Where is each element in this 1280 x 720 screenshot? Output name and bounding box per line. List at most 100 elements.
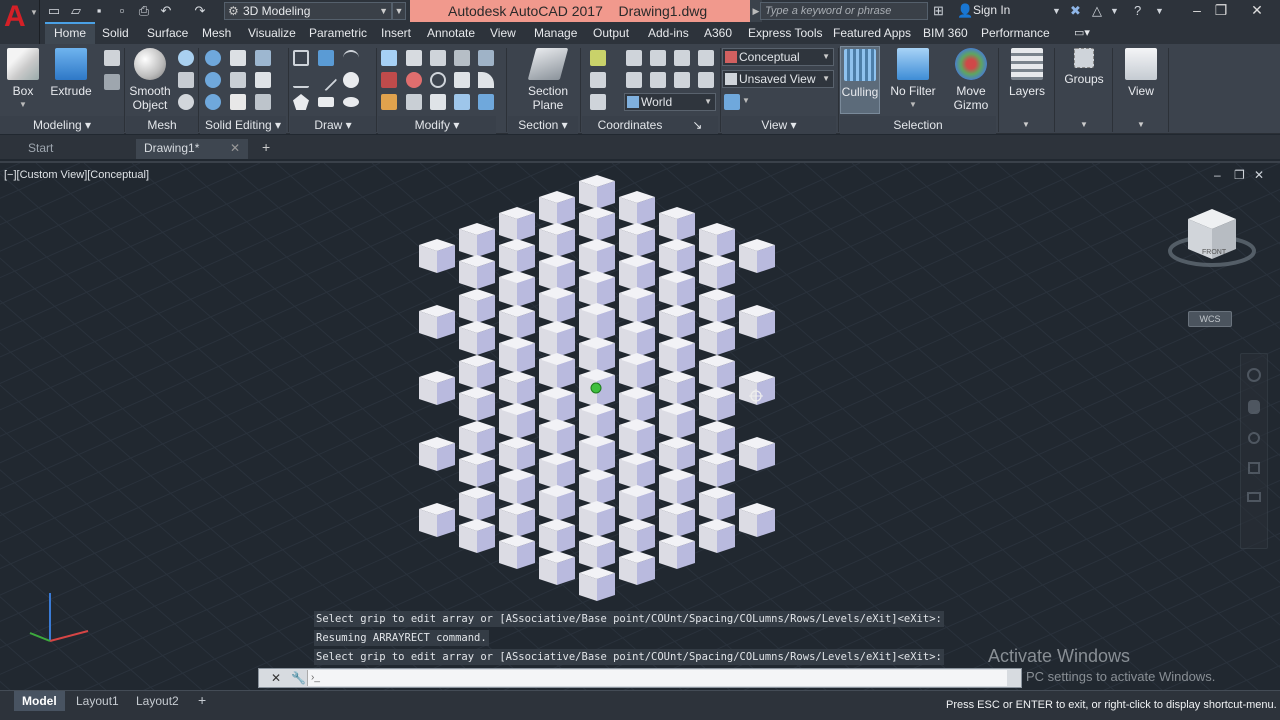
viewport-config-icon[interactable] (724, 94, 740, 110)
array-cube[interactable] (699, 255, 735, 289)
extrude-button[interactable]: Extrude (48, 48, 94, 98)
trim-icon[interactable] (478, 50, 494, 66)
array-cube[interactable] (699, 289, 735, 323)
panel-modify-title[interactable]: Modify ▾ (378, 116, 496, 134)
ucs-named-icon[interactable] (590, 94, 606, 110)
tab-model[interactable]: Model (14, 691, 65, 711)
wrench-icon[interactable]: 🔧 (291, 671, 306, 685)
array-cube[interactable] (459, 355, 495, 389)
array-cube[interactable] (539, 453, 575, 487)
polygon-icon[interactable] (293, 94, 309, 110)
array-cube[interactable] (419, 305, 455, 339)
viewcube[interactable] (1168, 209, 1256, 267)
tab-view[interactable]: View (490, 22, 516, 44)
tab-drawing1[interactable]: Drawing1* ✕ (136, 139, 248, 159)
array-cube[interactable] (499, 469, 535, 503)
fillet-icon[interactable] (478, 72, 494, 88)
mesh-smooth-less-icon[interactable] (178, 94, 194, 110)
array-cube[interactable] (579, 239, 615, 273)
rectangle-icon[interactable] (318, 97, 334, 107)
array-cube[interactable] (619, 485, 655, 519)
array-cube[interactable] (619, 453, 655, 487)
union-icon[interactable] (205, 50, 221, 66)
array-cube[interactable] (539, 353, 575, 387)
array-cube[interactable] (579, 435, 615, 469)
extract-edges-icon[interactable] (255, 72, 271, 88)
array-cube[interactable] (699, 355, 735, 389)
steering-wheel-icon[interactable] (1247, 368, 1261, 382)
offset-icon[interactable] (406, 94, 422, 110)
array-cube[interactable] (579, 403, 615, 437)
chevron-down-icon[interactable]: ▼ (1137, 120, 1145, 129)
layers-button[interactable]: Layers (1004, 48, 1050, 98)
array-cube[interactable] (419, 503, 455, 537)
array-cube[interactable] (499, 337, 535, 371)
align-icon[interactable] (454, 50, 470, 66)
ucs-3point-icon[interactable] (698, 50, 714, 66)
array-cube[interactable] (619, 353, 655, 387)
array-cube[interactable] (699, 387, 735, 421)
array-cube[interactable] (579, 501, 615, 535)
tab-bim360[interactable]: BIM 360 (923, 22, 968, 44)
ucs-previous-icon[interactable] (590, 72, 606, 88)
array-cube[interactable] (459, 289, 495, 323)
grip-point[interactable] (590, 382, 602, 394)
chevron-down-icon[interactable]: ▼ (1155, 6, 1164, 16)
polysolid-icon[interactable] (104, 74, 120, 90)
restore-icon[interactable]: ❐ (1234, 168, 1245, 182)
array-cube[interactable] (419, 437, 455, 471)
zoom-icon[interactable] (1248, 432, 1260, 444)
array-cube[interactable] (539, 387, 575, 421)
array-cube[interactable] (539, 255, 575, 289)
interfere-icon[interactable] (230, 50, 246, 66)
move-icon[interactable] (430, 50, 446, 66)
array-cube[interactable] (499, 305, 535, 339)
array-cube[interactable] (699, 487, 735, 521)
array-icon[interactable] (381, 50, 397, 66)
array-cube[interactable] (619, 551, 655, 585)
tab-home[interactable]: Home (45, 22, 96, 44)
erase-icon[interactable] (381, 94, 397, 110)
tab-start[interactable]: Start (20, 139, 130, 159)
array-cube[interactable] (539, 419, 575, 453)
ucs-face-icon[interactable] (674, 72, 690, 88)
array-cube[interactable] (659, 271, 695, 305)
chevron-down-icon[interactable]: ▼ (1110, 6, 1119, 16)
plot-icon[interactable]: ⎙ (136, 3, 152, 19)
wcs-menu[interactable]: WCS (1188, 311, 1232, 327)
panel-draw-title[interactable]: Draw ▾ (290, 116, 376, 134)
array-cube[interactable] (659, 239, 695, 273)
array-cube[interactable] (619, 223, 655, 257)
tab-featured-apps[interactable]: Featured Apps (833, 22, 911, 44)
box-button[interactable]: Box ▼ (4, 48, 42, 112)
binoculars-icon[interactable]: ⊞ (933, 3, 944, 19)
ucs-dropdown[interactable]: World ▼ (624, 93, 716, 111)
ucs-world-icon[interactable] (626, 50, 642, 66)
hatch-icon[interactable] (318, 50, 334, 66)
tab-manage[interactable]: Manage (534, 22, 577, 44)
3dpoly-icon[interactable] (293, 72, 309, 88)
named-view-dropdown[interactable]: Unsaved View ▼ (722, 70, 834, 88)
panel-section-title[interactable]: Section ▾ (508, 116, 578, 134)
tab-layout1[interactable]: Layout1 (68, 691, 127, 711)
open-icon[interactable]: ▱ (68, 3, 84, 19)
minimize-icon[interactable]: – (1184, 0, 1210, 22)
tab-parametric[interactable]: Parametric (309, 22, 367, 44)
array-cube[interactable] (619, 519, 655, 553)
array-cube[interactable] (459, 453, 495, 487)
array-cube[interactable] (579, 469, 615, 503)
tab-layout2[interactable]: Layout2 (128, 691, 187, 711)
array-cube[interactable] (699, 223, 735, 257)
exchange-icon[interactable]: ✖ (1070, 3, 1081, 19)
array-cube[interactable] (619, 255, 655, 289)
groups-button[interactable]: Groups (1060, 48, 1108, 86)
rotate-icon[interactable] (406, 72, 422, 88)
tab-annotate[interactable]: Annotate (427, 22, 475, 44)
shell-icon[interactable] (230, 94, 246, 110)
circle-icon[interactable] (343, 72, 359, 88)
array-cube[interactable] (459, 421, 495, 455)
array-cube[interactable] (419, 371, 455, 405)
array-cube[interactable] (459, 321, 495, 355)
array-cube[interactable] (659, 437, 695, 471)
panel-mesh-title[interactable]: Mesh (126, 116, 198, 134)
